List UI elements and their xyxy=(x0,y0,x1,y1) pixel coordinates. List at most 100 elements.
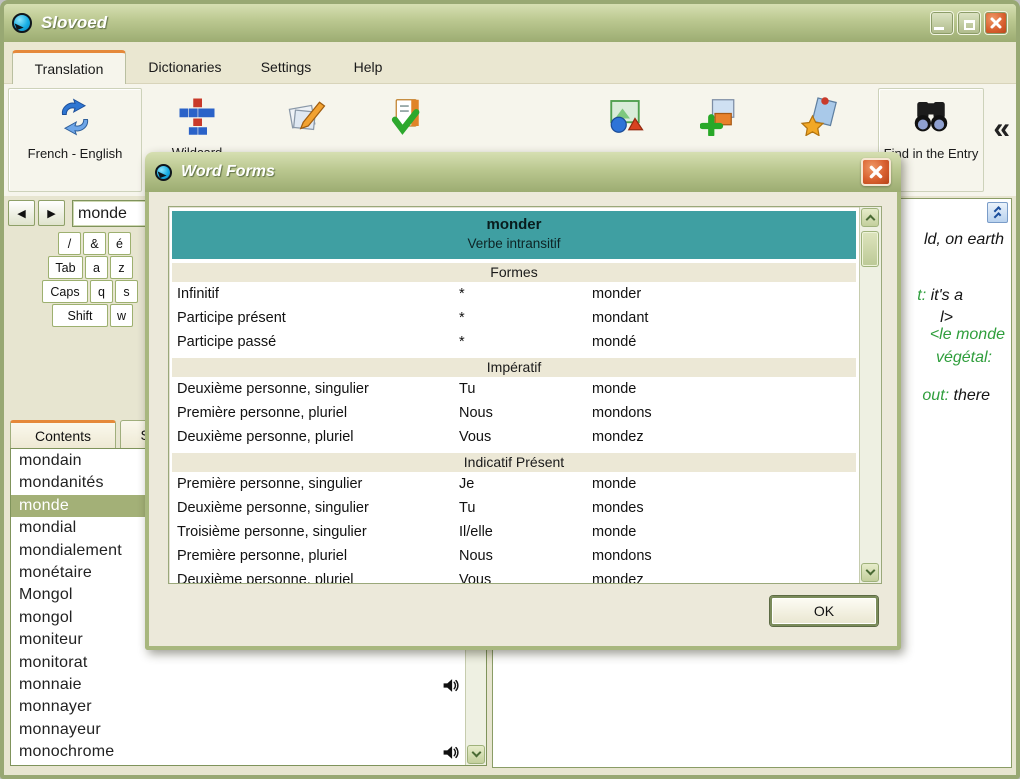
form-cell: Infinitif xyxy=(177,286,219,302)
tab-translation[interactable]: Translation xyxy=(12,50,126,84)
tab-dictionaries[interactable]: Dictionaries xyxy=(134,50,236,84)
form-cell: Première personne, singulier xyxy=(177,476,363,492)
key-&[interactable]: & xyxy=(83,232,106,255)
menu-tabbar: Translation Dictionaries Settings Help xyxy=(4,42,1016,84)
scroll-down-button[interactable] xyxy=(861,563,879,582)
form-cell: Vous xyxy=(459,572,492,583)
key-caps[interactable]: Caps xyxy=(42,280,88,303)
form-cell: monde xyxy=(592,381,637,397)
window-controls xyxy=(930,11,1008,35)
speaker-icon[interactable] xyxy=(442,677,459,694)
form-cell: * xyxy=(459,286,465,302)
ok-button[interactable]: OK xyxy=(770,596,878,626)
form-row: Première personne, pluriel Nous mondons xyxy=(172,544,856,568)
toolbar-translation-direction[interactable]: French - English xyxy=(8,88,142,192)
form-cell: Participe passé xyxy=(177,334,277,350)
word-list-item[interactable]: monnayer xyxy=(11,696,465,718)
key-é[interactable]: é xyxy=(108,232,131,255)
entry-text-fragment: out: there xyxy=(922,387,990,404)
chevron-up-icon xyxy=(865,214,875,224)
binoculars-icon xyxy=(909,95,953,139)
entry-text-fragment: t: it's a xyxy=(917,287,963,304)
form-cell: * xyxy=(459,334,465,350)
dialog-title: Word Forms xyxy=(181,163,275,180)
add-card-icon xyxy=(698,94,742,138)
key-tab[interactable]: Tab xyxy=(48,256,83,279)
close-button[interactable] xyxy=(984,11,1008,35)
form-cell: mondé xyxy=(592,334,637,350)
key-w[interactable]: w xyxy=(110,304,133,327)
speaker-icon[interactable] xyxy=(442,744,459,761)
word-list-item[interactable]: monochrome xyxy=(11,741,465,763)
swap-languages-icon xyxy=(53,95,97,139)
word-list-item[interactable]: monnaie xyxy=(11,674,465,696)
form-cell: Nous xyxy=(459,548,493,564)
check-document-icon xyxy=(383,94,427,138)
back-button[interactable]: ◀ xyxy=(8,200,35,226)
form-row: Première personne, pluriel Nous mondons xyxy=(172,401,856,425)
form-cell: monde xyxy=(592,476,637,492)
form-row: Participe présent * mondant xyxy=(172,306,856,330)
form-row: Infinitif * monder xyxy=(172,282,856,306)
key-/[interactable]: / xyxy=(58,232,81,255)
form-cell: Deuxième personne, singulier xyxy=(177,500,369,516)
entry-text-fragment: végétal: xyxy=(935,349,992,366)
key-a[interactable]: a xyxy=(85,256,108,279)
form-cell: mondez xyxy=(592,572,644,583)
scrollbar-thumb[interactable] xyxy=(861,231,879,267)
form-cell: Deuxième personne, pluriel xyxy=(177,572,354,583)
form-cell: monder xyxy=(592,286,642,302)
form-row: Première personne, singulier Je monde xyxy=(172,472,856,496)
form-cell: Deuxième personne, pluriel xyxy=(177,429,354,445)
forward-button[interactable]: ▶ xyxy=(38,200,65,226)
scroll-up-button[interactable] xyxy=(861,208,879,227)
form-cell: mondes xyxy=(592,500,644,516)
close-icon xyxy=(990,17,1002,29)
maximize-button[interactable] xyxy=(957,11,981,35)
toolbar-item-label: French - English xyxy=(27,146,123,161)
maximize-icon xyxy=(963,20,975,30)
part-of-speech: Verbe intransitif xyxy=(467,236,561,251)
pictures-icon xyxy=(603,94,647,138)
chevron-down-icon xyxy=(471,747,481,758)
form-row: Troisième personne, singulier Il/elle mond… xyxy=(172,520,856,544)
dialog-titlebar[interactable]: Word Forms xyxy=(145,152,901,192)
window-title: Slovoed xyxy=(41,13,108,32)
chevron-down-icon xyxy=(865,565,875,576)
key-z[interactable]: z xyxy=(110,256,133,279)
form-row: Deuxième personne, singulier Tu mondes xyxy=(172,496,856,520)
headword-header: monder Verbe intransitif xyxy=(172,211,856,259)
form-row: Deuxième personne, singulier Tu monde xyxy=(172,377,856,401)
word-list-item[interactable]: monnayeur xyxy=(11,719,465,741)
section-header: Indicatif Présent xyxy=(172,453,856,472)
collapse-entry-button[interactable] xyxy=(987,202,1008,223)
wildcard-crossword-icon xyxy=(175,94,219,138)
form-cell: Vous xyxy=(459,429,492,445)
key-q[interactable]: q xyxy=(90,280,113,303)
form-row: Deuxième personne, pluriel Vous mondez xyxy=(172,568,856,583)
key-shift[interactable]: Shift xyxy=(52,304,108,327)
minimize-button[interactable] xyxy=(930,11,954,35)
form-cell: monde xyxy=(592,524,637,540)
toolbar-overflow-button[interactable]: « xyxy=(993,112,1010,146)
window-titlebar[interactable]: Slovoed xyxy=(4,4,1016,42)
section-header: Formes xyxy=(172,263,856,282)
tab-help[interactable]: Help xyxy=(340,50,396,84)
scroll-down-button[interactable] xyxy=(467,745,485,764)
form-cell: Nous xyxy=(459,405,493,421)
tab-settings[interactable]: Settings xyxy=(248,50,324,84)
keyboard-row: / & é xyxy=(58,232,131,255)
dialog-scrollbar[interactable] xyxy=(859,207,881,583)
word-list-item[interactable]: monitorat xyxy=(11,652,465,674)
form-cell: Première personne, pluriel xyxy=(177,548,348,564)
word-forms-content: monder Verbe intransitif Formes Infinitif… xyxy=(169,207,859,583)
close-icon xyxy=(869,165,883,179)
form-cell: mondez xyxy=(592,429,644,445)
headword: monder xyxy=(486,216,542,233)
dialog-close-button[interactable] xyxy=(861,158,891,186)
form-cell: Je xyxy=(459,476,475,492)
key-s[interactable]: s xyxy=(115,280,138,303)
minimize-icon xyxy=(934,27,944,30)
list-tab-contents[interactable]: Contents xyxy=(10,420,116,448)
entry-text-fragment: ld, on earth xyxy=(923,231,1004,248)
